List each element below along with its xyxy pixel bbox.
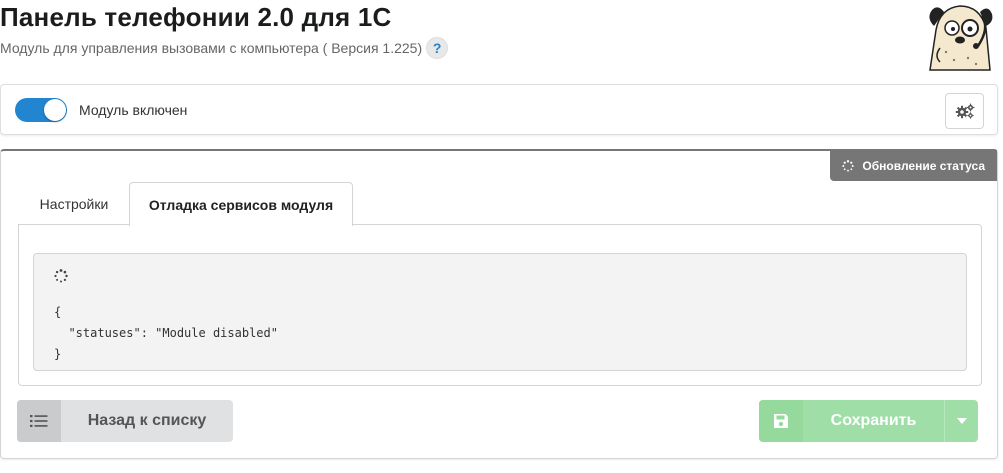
caret-down-icon (956, 418, 967, 424)
module-bar: Модуль включен (0, 84, 998, 135)
tab-settings[interactable]: Настройки (19, 182, 129, 225)
module-toggle[interactable] (15, 98, 67, 122)
subtitle-text: Модуль для управления вызовами с компьют… (0, 40, 423, 56)
back-to-list-label: Назад к списку (87, 412, 207, 429)
main-panel: Обновление статуса Настройки Отладка сер… (0, 149, 998, 459)
settings-button[interactable] (945, 93, 984, 129)
debug-output-text: { "statuses": "Module disabled" } (54, 305, 278, 361)
question-icon: ? (432, 40, 442, 56)
status-label-text: Обновление статуса (862, 159, 985, 173)
status-update-label: Обновление статуса (830, 151, 997, 181)
debug-output: { "statuses": "Module disabled" } (33, 253, 967, 371)
tab-debug[interactable]: Отладка сервисов модуля (129, 182, 353, 226)
subtitle: Модуль для управления вызовами с компьют… (0, 37, 449, 59)
tab-content: { "statuses": "Module disabled" } (18, 224, 982, 386)
spinner-icon (54, 269, 68, 283)
save-button[interactable]: Сохранить (759, 400, 978, 442)
floppy-disk-icon (759, 400, 803, 442)
gears-icon (955, 103, 974, 119)
back-to-list-button[interactable]: Назад к списку (17, 400, 233, 442)
page-title: Панель телефонии 2.0 для 1С (0, 2, 392, 32)
list-icon (17, 400, 61, 442)
toggle-knob (44, 99, 66, 121)
help-button[interactable]: ? (426, 37, 449, 59)
save-options-dropdown[interactable] (944, 400, 978, 442)
spinner-icon (842, 160, 855, 172)
mascot-logo (929, 5, 993, 71)
module-toggle-label: Модуль включен (79, 102, 188, 118)
save-label: Сохранить (830, 412, 917, 429)
